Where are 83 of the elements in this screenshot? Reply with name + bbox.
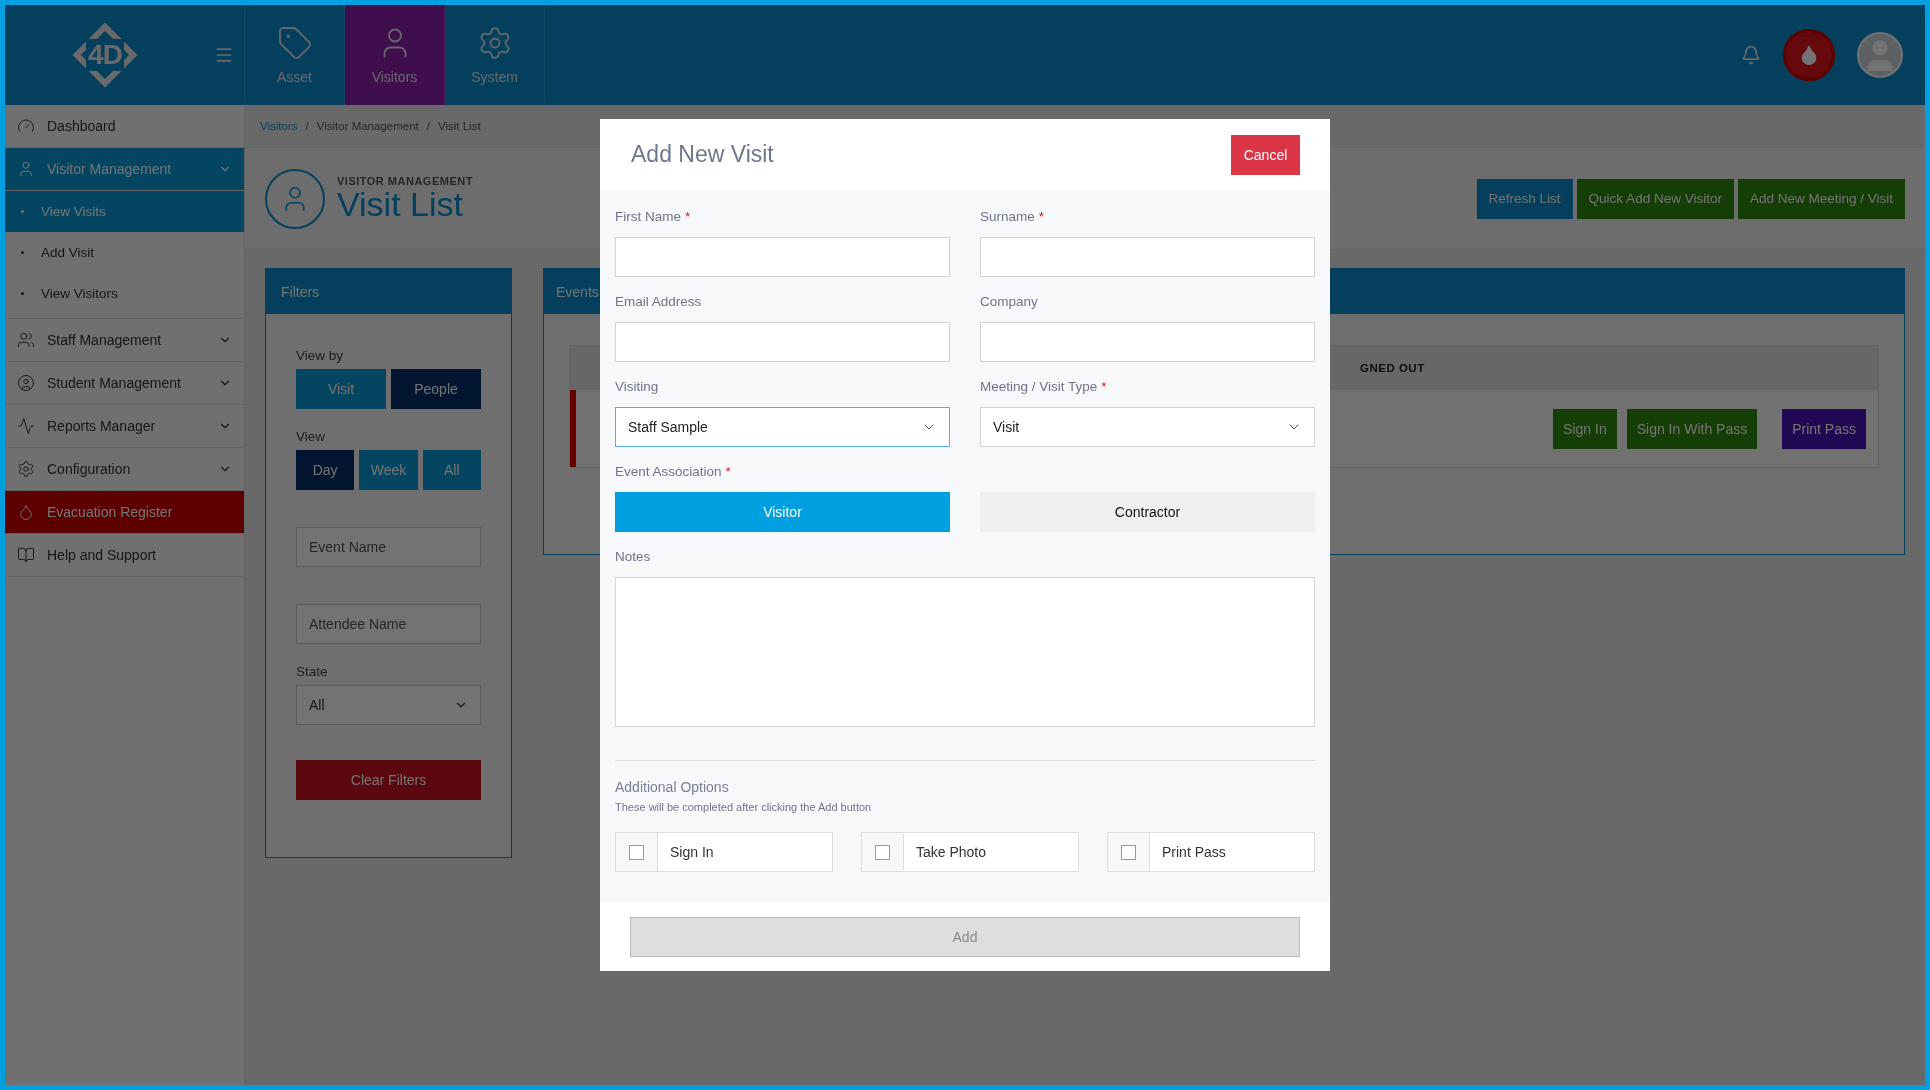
sidebar-item[interactable]: Student Management (5, 362, 244, 405)
sidebar-item[interactable]: Evacuation Register (5, 491, 244, 534)
option-label: Take Photo (915, 843, 987, 862)
input-field[interactable] (980, 237, 1315, 277)
state-select[interactable]: All (296, 685, 481, 725)
field-label: First Name (615, 209, 681, 224)
people-icon (17, 331, 35, 349)
association-toggle[interactable]: Visitor (615, 492, 950, 532)
sidebar-item[interactable]: Reports Manager (5, 405, 244, 448)
select-field[interactable]: Staff Sample (615, 407, 950, 447)
search-field[interactable]: Event Name (296, 527, 481, 567)
page-eyebrow: VISITOR MANAGEMENT (337, 174, 473, 187)
sidebar-subitem[interactable]: View Visitors (5, 273, 244, 314)
row-action-button[interactable]: Sign In With Pass (1626, 408, 1758, 449)
input-field[interactable] (980, 322, 1315, 362)
select-field[interactable]: Visit (980, 407, 1315, 447)
breadcrumb-separator: / (305, 120, 309, 132)
input-field[interactable] (615, 322, 950, 362)
drop-icon (17, 503, 35, 521)
sidebar-subitem[interactable]: View Visits (5, 191, 244, 232)
section-hint: These will be completed after clicking the Add button (615, 801, 873, 813)
toggle-button[interactable]: Day (296, 450, 355, 490)
filter-label: State (296, 664, 329, 679)
field-label: Visiting (615, 379, 659, 394)
sidebar-item[interactable]: Staff Management (5, 319, 244, 362)
cancel-button[interactable]: Cancel (1231, 134, 1300, 175)
breadcrumb-separator: / (426, 120, 430, 132)
column-header: GNED OUT (1360, 362, 1425, 374)
gauge-icon (17, 117, 35, 135)
row-action-button[interactable]: Sign In (1553, 408, 1617, 449)
pulse-icon (17, 417, 35, 435)
bell-icon[interactable] (1741, 45, 1761, 65)
person-circle-icon (17, 374, 35, 392)
checkbox[interactable] (875, 844, 890, 860)
person-icon (265, 168, 325, 229)
nav-tab[interactable]: System (445, 5, 545, 105)
notes-field[interactable] (615, 577, 1315, 727)
field-label: Notes (615, 549, 651, 564)
required-mark: * (1101, 379, 1107, 394)
section-title: Additional Options (615, 779, 730, 795)
action-button[interactable]: Add New Meeting / Visit (1737, 178, 1905, 219)
option-label: Print Pass (1161, 843, 1226, 862)
gear-icon (17, 460, 35, 478)
toggle-button[interactable]: All (422, 450, 481, 490)
nav-tab[interactable]: Visitors (345, 5, 445, 105)
panel-title: Filters (266, 269, 511, 314)
required-mark: * (685, 209, 691, 224)
modal-title: Add New Visit (631, 141, 774, 168)
avatar[interactable] (1857, 32, 1903, 78)
tag-icon (276, 25, 313, 61)
sidebar-subitem[interactable]: Add Visit (5, 232, 244, 273)
page-title: Visit List (337, 186, 463, 223)
toggle-button[interactable]: Visit (296, 369, 386, 409)
checkbox[interactable] (629, 844, 644, 860)
input-field[interactable] (615, 237, 950, 277)
breadcrumb-item: Visit List (437, 120, 481, 132)
field-label: Surname (980, 209, 1035, 224)
drop-badge[interactable] (1783, 29, 1835, 81)
association-toggle[interactable]: Contractor (980, 492, 1315, 532)
breadcrumb-link[interactable]: Visitors (260, 120, 298, 132)
checkbox[interactable] (1121, 844, 1136, 860)
field-label: Company (980, 294, 1038, 309)
action-button[interactable]: Quick Add New Visitor (1576, 178, 1734, 219)
toggle-button[interactable]: Week (359, 450, 418, 490)
field-label: Event Association (615, 464, 722, 479)
field-label: Meeting / Visit Type (980, 379, 1098, 394)
sidebar-item[interactable]: Help and Support (5, 534, 244, 577)
toggle-button[interactable]: People (391, 369, 481, 409)
required-mark: * (725, 464, 731, 479)
person-icon (17, 160, 35, 178)
action-button[interactable]: Refresh List (1476, 178, 1573, 219)
filter-label: View (296, 429, 327, 444)
breadcrumb-item: Visitor Management (316, 120, 419, 132)
book-icon (17, 546, 35, 564)
field-label: Email Address (615, 294, 702, 309)
filter-label: View by (296, 348, 345, 363)
search-field[interactable]: Attendee Name (296, 604, 481, 644)
sidebar-item[interactable]: Visitor Management (5, 148, 244, 191)
clear-filters-button[interactable]: Clear Filters (296, 760, 481, 800)
menu-icon[interactable] (214, 45, 234, 65)
required-mark: * (1038, 209, 1045, 224)
option-label: Sign In (669, 843, 714, 862)
row-action-button[interactable]: Print Pass (1782, 408, 1866, 449)
